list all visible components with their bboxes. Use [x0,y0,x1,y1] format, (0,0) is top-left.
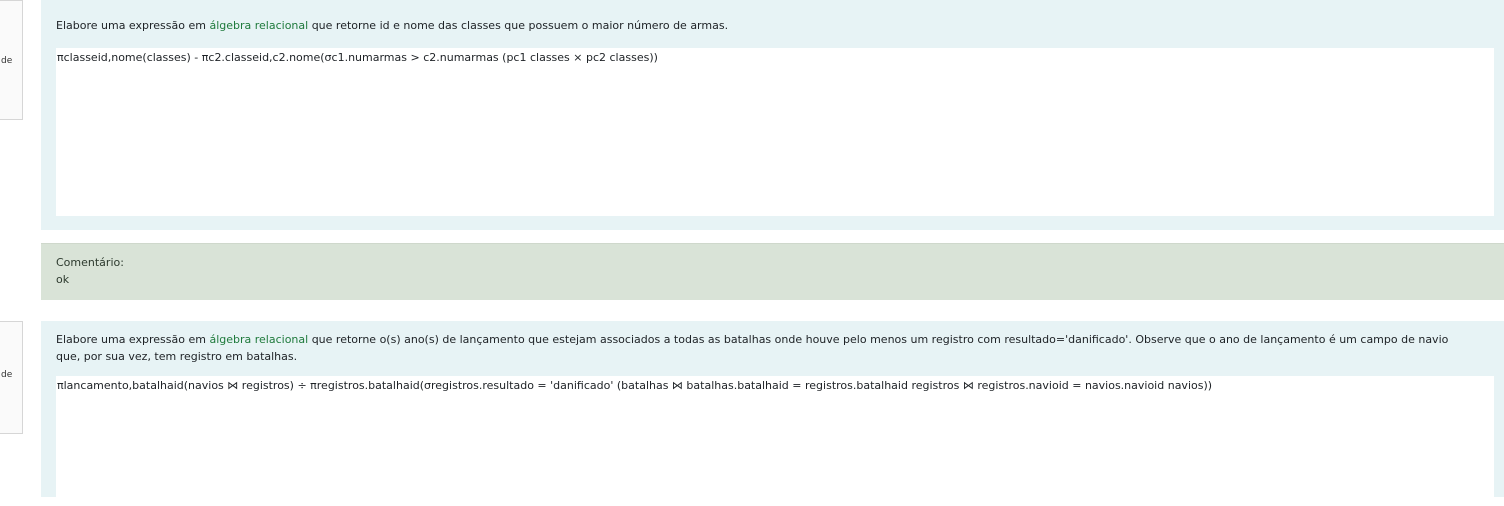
question-info-text: de [1,370,13,380]
comment-box: Comentário: ok [41,243,1504,300]
answer-text: πlancamento,batalhaid(navios ⋈ registros… [57,379,1213,392]
question-info-text: de [1,56,13,66]
question-info-tab: de [0,321,23,434]
answer-text: πclasseid,nome(classes) - πc2.classeid,c… [57,51,658,64]
question-panel: Elabore uma expressão em álgebra relacio… [41,321,1504,506]
question-text: Elabore uma expressão em álgebra relacio… [56,333,1449,363]
glossary-link[interactable]: álgebra relacional [209,333,308,346]
answer-textarea[interactable]: πclasseid,nome(classes) - πc2.classeid,c… [56,48,1494,216]
answer-textarea[interactable]: πlancamento,batalhaid(navios ⋈ registros… [56,376,1494,506]
glossary-link[interactable]: álgebra relacional [209,19,308,32]
comment-text: ok [56,273,70,286]
question-text: Elabore uma expressão em álgebra relacio… [56,19,729,32]
question-info-tab: de [0,0,23,120]
question-panel: Elabore uma expressão em álgebra relacio… [41,0,1504,230]
comment-label: Comentário: [56,256,124,269]
